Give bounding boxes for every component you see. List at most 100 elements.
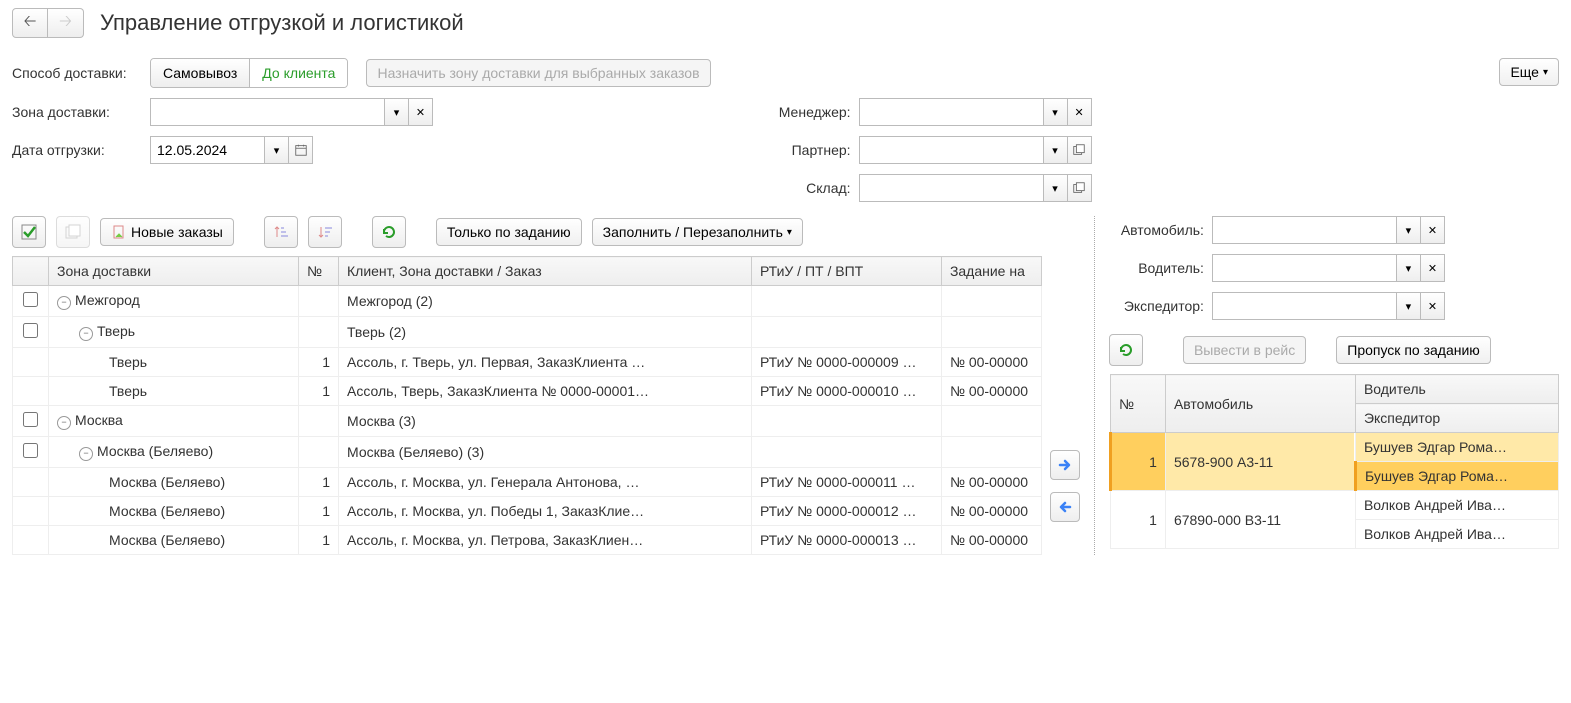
pickup-toggle[interactable]: Самовывоз — [151, 59, 249, 87]
driver-dropdown[interactable]: ▾ — [1397, 254, 1421, 282]
back-button[interactable]: 🡠 — [12, 8, 48, 38]
warehouse-label: Склад: — [771, 180, 851, 196]
task-cell — [941, 406, 1041, 437]
new-orders-button[interactable]: Новые заказы — [100, 218, 234, 246]
num-header[interactable]: № — [299, 257, 339, 286]
vvehicle-header[interactable]: Автомобиль — [1165, 375, 1355, 433]
table-row[interactable]: Москва (Беляево)1Ассоль, г. Москва, ул. … — [13, 468, 1042, 497]
partner-input[interactable] — [859, 136, 1044, 164]
driver-input[interactable] — [1212, 254, 1397, 282]
forwarder-dropdown[interactable]: ▾ — [1397, 292, 1421, 320]
vnum-header[interactable]: № — [1110, 375, 1165, 433]
refresh-right-button[interactable] — [1109, 334, 1143, 366]
zone-cell: Москва — [75, 412, 123, 428]
sort-desc-button[interactable] — [308, 216, 342, 248]
warehouse-open[interactable] — [1068, 174, 1092, 202]
check-all-button[interactable] — [12, 216, 46, 248]
assign-zone-button[interactable]: Назначить зону доставки для выбранных за… — [366, 59, 710, 87]
num-cell: 1 — [299, 377, 339, 406]
manager-clear[interactable]: ✕ — [1068, 98, 1092, 126]
row-checkbox[interactable] — [23, 443, 38, 458]
client-cell: Ассоль, г. Москва, ул. Петрова, ЗаказКли… — [339, 526, 752, 555]
refresh-left-button[interactable] — [372, 216, 406, 248]
driver-clear[interactable]: ✕ — [1421, 254, 1445, 282]
vehicle-dropdown[interactable]: ▾ — [1397, 216, 1421, 244]
num-cell: 1 — [299, 497, 339, 526]
driver-label: Водитель: — [1109, 260, 1204, 276]
forward-button[interactable]: 🡢 — [48, 8, 84, 38]
client-cell: Ассоль, г. Тверь, ул. Первая, ЗаказКлиен… — [339, 348, 752, 377]
vehicles-table: № Автомобиль Водитель Экспедитор 15678-9… — [1109, 374, 1559, 549]
zone-label: Зона доставки: — [12, 104, 142, 120]
tree-toggle-icon[interactable]: − — [57, 416, 71, 430]
rtiu-cell: РТиУ № 0000-000009 … — [751, 348, 941, 377]
table-row[interactable]: Тверь1Ассоль, Тверь, ЗаказКлиента № 0000… — [13, 377, 1042, 406]
vehicle-row[interactable]: 167890-000 В3-11Волков Андрей Ива… — [1110, 491, 1558, 520]
num-cell: 1 — [299, 468, 339, 497]
vforwarder-header[interactable]: Экспедитор — [1355, 404, 1558, 433]
uncheck-all-button[interactable] — [56, 216, 90, 248]
tree-toggle-icon[interactable]: − — [79, 327, 93, 341]
move-left-button[interactable] — [1050, 492, 1080, 522]
partner-open[interactable] — [1068, 136, 1092, 164]
zone-dropdown[interactable]: ▾ — [385, 98, 409, 126]
vforwarder-cell: Бушуев Эдгар Рома… — [1355, 462, 1558, 491]
table-row[interactable]: −Москва (Беляево)Москва (Беляево) (3) — [13, 437, 1042, 468]
ship-date-calendar[interactable] — [289, 136, 313, 164]
pass-by-task-button[interactable]: Пропуск по заданию — [1336, 336, 1491, 364]
partner-label: Партнер: — [771, 142, 851, 158]
zone-header[interactable]: Зона доставки — [49, 257, 299, 286]
vehicle-row[interactable]: 15678-900 А3-11Бушуев Эдгар Рома… — [1110, 433, 1558, 462]
rtiu-cell — [751, 317, 941, 348]
table-row[interactable]: Тверь1Ассоль, г. Тверь, ул. Первая, Зака… — [13, 348, 1042, 377]
client-header[interactable]: Клиент, Зона доставки / Заказ — [339, 257, 752, 286]
rtiu-header[interactable]: РТиУ / ПТ / ВПТ — [751, 257, 941, 286]
client-cell: Ассоль, г. Москва, ул. Генерала Антонова… — [339, 468, 752, 497]
sort-asc-button[interactable] — [264, 216, 298, 248]
ship-date-dropdown[interactable]: ▾ — [265, 136, 289, 164]
warehouse-dropdown[interactable]: ▾ — [1044, 174, 1068, 202]
task-cell: № 00-00000 — [941, 468, 1041, 497]
task-cell — [941, 286, 1041, 317]
only-by-task-button[interactable]: Только по заданию — [436, 218, 582, 246]
task-header[interactable]: Задание на — [941, 257, 1041, 286]
delivery-method-toggle[interactable]: Самовывоз До клиента — [150, 58, 348, 88]
to-client-toggle[interactable]: До клиента — [249, 59, 347, 87]
tree-toggle-icon[interactable]: − — [79, 447, 93, 461]
delivery-method-label: Способ доставки: — [12, 65, 142, 81]
vehicle-input[interactable] — [1212, 216, 1397, 244]
vnum-cell: 1 — [1110, 433, 1165, 491]
task-cell: № 00-00000 — [941, 377, 1041, 406]
vehicle-clear[interactable]: ✕ — [1421, 216, 1445, 244]
more-button[interactable]: Еще ▾ — [1499, 58, 1559, 86]
table-row[interactable]: Москва (Беляево)1Ассоль, г. Москва, ул. … — [13, 497, 1042, 526]
table-row[interactable]: −ТверьТверь (2) — [13, 317, 1042, 348]
manager-dropdown[interactable]: ▾ — [1044, 98, 1068, 126]
rtiu-cell — [751, 286, 941, 317]
table-row[interactable]: −Москва Москва (3) — [13, 406, 1042, 437]
row-checkbox[interactable] — [23, 323, 38, 338]
ship-date-input[interactable] — [150, 136, 265, 164]
table-row[interactable]: Москва (Беляево)1Ассоль, г. Москва, ул. … — [13, 526, 1042, 555]
zone-cell: Москва (Беляево) — [109, 532, 225, 548]
task-cell: № 00-00000 — [941, 348, 1041, 377]
partner-dropdown[interactable]: ▾ — [1044, 136, 1068, 164]
fill-refill-button[interactable]: Заполнить / Перезаполнить ▾ — [592, 218, 803, 246]
release-button[interactable]: Вывести в рейс — [1183, 336, 1306, 364]
client-cell: Москва (Беляево) (3) — [339, 437, 752, 468]
vvehicle-cell: 5678-900 А3-11 — [1165, 433, 1355, 491]
zone-clear[interactable]: ✕ — [409, 98, 433, 126]
table-row[interactable]: −МежгородМежгород (2) — [13, 286, 1042, 317]
move-right-button[interactable] — [1050, 450, 1080, 480]
vvehicle-cell: 67890-000 В3-11 — [1165, 491, 1355, 549]
client-cell: Москва (3) — [339, 406, 752, 437]
manager-input[interactable] — [859, 98, 1044, 126]
vdriver-header[interactable]: Водитель — [1355, 375, 1558, 404]
warehouse-input[interactable] — [859, 174, 1044, 202]
forwarder-input[interactable] — [1212, 292, 1397, 320]
row-checkbox[interactable] — [23, 412, 38, 427]
zone-input[interactable] — [150, 98, 385, 126]
tree-toggle-icon[interactable]: − — [57, 296, 71, 310]
forwarder-clear[interactable]: ✕ — [1421, 292, 1445, 320]
row-checkbox[interactable] — [23, 292, 38, 307]
